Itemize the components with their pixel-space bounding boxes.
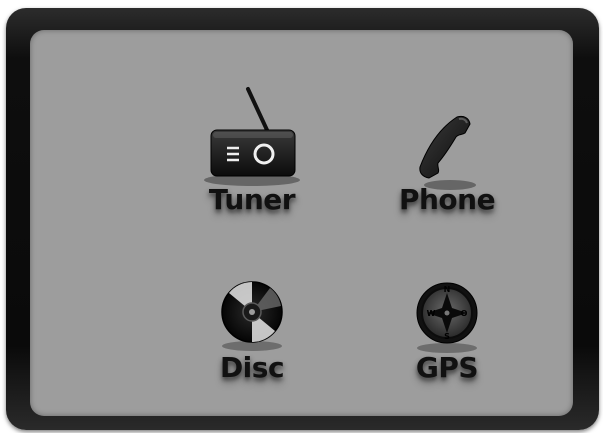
device-bezel: Tuner Phone Disc N S W O GPS — [6, 8, 599, 430]
compass-east-letter: O — [461, 309, 468, 318]
phone-label: Phone — [398, 183, 496, 216]
compass-west-letter: W — [427, 309, 436, 318]
gps-button[interactable]: N S W O GPS — [362, 268, 532, 408]
tuner-label: Tuner — [208, 183, 296, 216]
phone-icon — [419, 115, 476, 190]
compass-south-letter: S — [444, 332, 450, 341]
tuner-button[interactable]: Tuner — [167, 85, 337, 225]
disc-label: Disc — [219, 351, 285, 384]
menu-screen: Tuner Phone Disc N S W O GPS — [30, 30, 573, 416]
phone-button[interactable]: Phone — [362, 85, 532, 225]
radio-icon — [204, 87, 300, 186]
compass-north-letter: N — [444, 285, 451, 294]
gps-label: GPS — [415, 351, 479, 384]
disc-button[interactable]: Disc — [167, 268, 337, 408]
